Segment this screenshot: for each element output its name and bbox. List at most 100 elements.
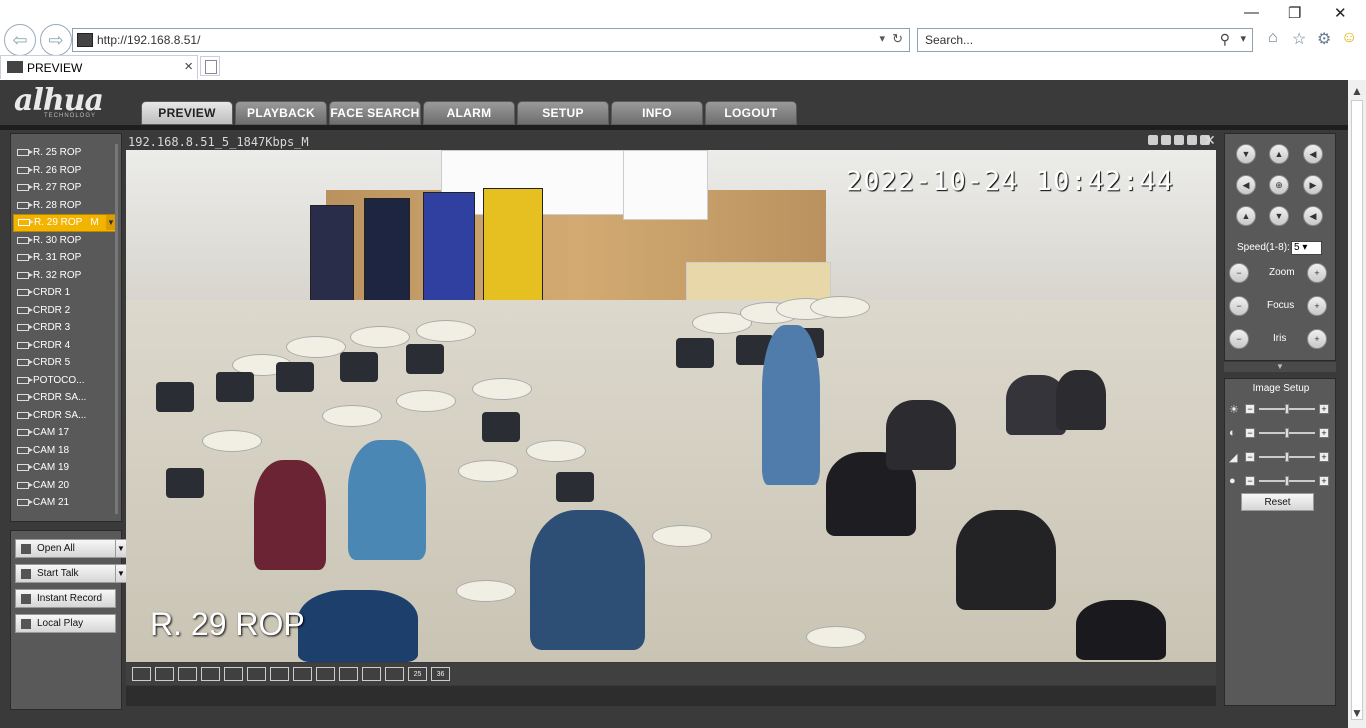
channel-item[interactable]: POTOCO... [13, 372, 117, 390]
layout-button-2x2[interactable] [155, 667, 174, 681]
saturation-increase-button[interactable]: + [1319, 452, 1329, 462]
window-close-button[interactable]: ✕ [1334, 4, 1347, 22]
fullscreen-icon[interactable] [1161, 135, 1171, 145]
ptz-speed-select[interactable]: 5 ▾ [1291, 241, 1322, 255]
new-tab-button[interactable] [200, 56, 220, 76]
layout-button-1x1[interactable] [132, 667, 151, 681]
layout-button-full[interactable] [178, 667, 197, 681]
channel-item[interactable]: R. 25 ROP [13, 144, 117, 162]
favorites-star-icon[interactable]: ☆ [1292, 29, 1306, 49]
layout-button-8[interactable] [293, 667, 312, 681]
reset-button[interactable]: Reset [1241, 493, 1314, 511]
ptz-collapse-toggle[interactable]: ▼ [1224, 362, 1336, 372]
channel-item[interactable]: R. 27 ROP [13, 179, 117, 197]
hue-decrease-button[interactable]: − [1245, 476, 1255, 486]
instant-record-button[interactable]: Instant Record [15, 589, 116, 608]
layout-button-16[interactable] [362, 667, 381, 681]
hue-slider-knob[interactable] [1285, 476, 1289, 486]
address-bar[interactable]: http://192.168.8.51/ ▾ ↻ [72, 28, 910, 52]
layout-button-1[interactable] [224, 667, 243, 681]
nav-tab-logout[interactable]: LOGOUT [705, 101, 797, 125]
tab-close-icon[interactable]: × [184, 58, 193, 75]
search-dropdown-icon[interactable]: ▾ [1240, 32, 1246, 45]
forward-arrow-icon[interactable]: ⇨ [40, 24, 72, 56]
ptz-down-icon[interactable]: ▼ [1269, 206, 1289, 226]
channel-item[interactable]: R. 30 ROP [13, 232, 117, 250]
record-icon[interactable] [1187, 135, 1197, 145]
layout-button-13[interactable] [339, 667, 358, 681]
scroll-up-icon[interactable]: ▲ [1348, 84, 1366, 98]
channel-item[interactable]: CRDR 2 [13, 302, 117, 320]
zoom-in-icon[interactable] [1148, 135, 1158, 145]
brightness-slider-knob[interactable] [1285, 404, 1289, 414]
channel-item[interactable]: R. 31 ROP [13, 249, 117, 267]
layout-button-25[interactable]: 25 [408, 667, 427, 681]
brightness-decrease-button[interactable]: − [1245, 404, 1255, 414]
channel-item[interactable]: CRDR 3 [13, 319, 117, 337]
channel-item[interactable]: CAM 18 [13, 442, 117, 460]
layout-button-wide[interactable] [201, 667, 220, 681]
iris-plus-icon[interactable]: + [1307, 329, 1327, 349]
address-dropdown-icon[interactable]: ▾ [879, 32, 885, 45]
brightness-increase-button[interactable]: + [1319, 404, 1329, 414]
search-input[interactable]: Search... [925, 33, 973, 47]
channel-item[interactable]: CAM 20 [13, 477, 117, 495]
search-icon[interactable]: ⚲ [1220, 31, 1230, 48]
contrast-increase-button[interactable]: + [1319, 428, 1329, 438]
layout-button-36[interactable]: 36 [431, 667, 450, 681]
saturation-slider-knob[interactable] [1285, 452, 1289, 462]
channel-list-scrollbar[interactable] [115, 144, 118, 514]
nav-tab-preview[interactable]: PREVIEW [141, 101, 233, 125]
channel-item[interactable]: R. 26 ROP [13, 162, 117, 180]
saturation-slider[interactable] [1259, 452, 1315, 462]
contrast-slider-knob[interactable] [1285, 428, 1289, 438]
start-talk-button[interactable]: Start Talk ▼ [15, 564, 127, 583]
scroll-down-icon[interactable]: ▼ [1348, 706, 1366, 720]
contrast-slider[interactable] [1259, 428, 1315, 438]
contrast-decrease-button[interactable]: − [1245, 428, 1255, 438]
ptz-down-left-icon[interactable]: ▼ [1236, 144, 1256, 164]
channel-item[interactable]: CRDR SA... [13, 407, 117, 425]
channel-item[interactable]: CAM 17 [13, 424, 117, 442]
channel-item[interactable]: CRDR 1 [13, 284, 117, 302]
focus-minus-icon[interactable]: − [1229, 296, 1249, 316]
channel-item[interactable]: CAM 19 [13, 459, 117, 477]
ptz-up-right-icon[interactable]: ◀ [1303, 144, 1323, 164]
snapshot-icon[interactable] [1174, 135, 1184, 145]
ptz-up-icon[interactable]: ▲ [1269, 144, 1289, 164]
video-close-icon[interactable]: ✕ [1204, 132, 1216, 149]
ptz-down-left-2-icon[interactable]: ▲ [1236, 206, 1256, 226]
channel-item[interactable]: R. 29 ROP M ▼ [13, 214, 117, 232]
ptz-right-icon[interactable]: ▶ [1303, 175, 1323, 195]
layout-button-6[interactable] [270, 667, 289, 681]
focus-plus-icon[interactable]: + [1307, 296, 1327, 316]
scrollbar-thumb[interactable] [1351, 100, 1363, 720]
ptz-center-icon[interactable]: ⊕ [1269, 175, 1289, 195]
back-arrow-icon[interactable]: ⇦ [4, 24, 36, 56]
smiley-feedback-icon[interactable]: ☺ [1341, 29, 1357, 47]
layout-button-20[interactable] [385, 667, 404, 681]
page-scrollbar[interactable]: ▲ ▼ [1348, 80, 1366, 728]
search-box[interactable]: Search... ⚲ ▾ [917, 28, 1253, 52]
window-restore-button[interactable]: ❐ [1288, 4, 1301, 22]
browser-tab[interactable]: PREVIEW × [0, 55, 198, 79]
nav-tab-playback[interactable]: PLAYBACK [235, 101, 327, 125]
hue-slider[interactable] [1259, 476, 1315, 486]
layout-button-4[interactable] [247, 667, 266, 681]
brightness-slider[interactable] [1259, 404, 1315, 414]
channel-item[interactable]: CAM 21 [13, 494, 117, 512]
saturation-decrease-button[interactable]: − [1245, 452, 1255, 462]
nav-tab-alarm[interactable]: ALARM [423, 101, 515, 125]
nav-tab-face-search[interactable]: FACE SEARCH [329, 101, 421, 125]
nav-tab-info[interactable]: INFO [611, 101, 703, 125]
channel-item[interactable]: CRDR 5 [13, 354, 117, 372]
zoom-plus-icon[interactable]: + [1307, 263, 1327, 283]
channel-item[interactable]: CRDR 4 [13, 337, 117, 355]
nav-tab-setup[interactable]: SETUP [517, 101, 609, 125]
iris-minus-icon[interactable]: − [1229, 329, 1249, 349]
open-all-button[interactable]: Open All ▼ [15, 539, 127, 558]
ptz-left-icon[interactable]: ◀ [1236, 175, 1256, 195]
local-play-button[interactable]: Local Play [15, 614, 116, 633]
channel-item[interactable]: CRDR SA... [13, 389, 117, 407]
channel-item[interactable]: R. 32 ROP [13, 267, 117, 285]
